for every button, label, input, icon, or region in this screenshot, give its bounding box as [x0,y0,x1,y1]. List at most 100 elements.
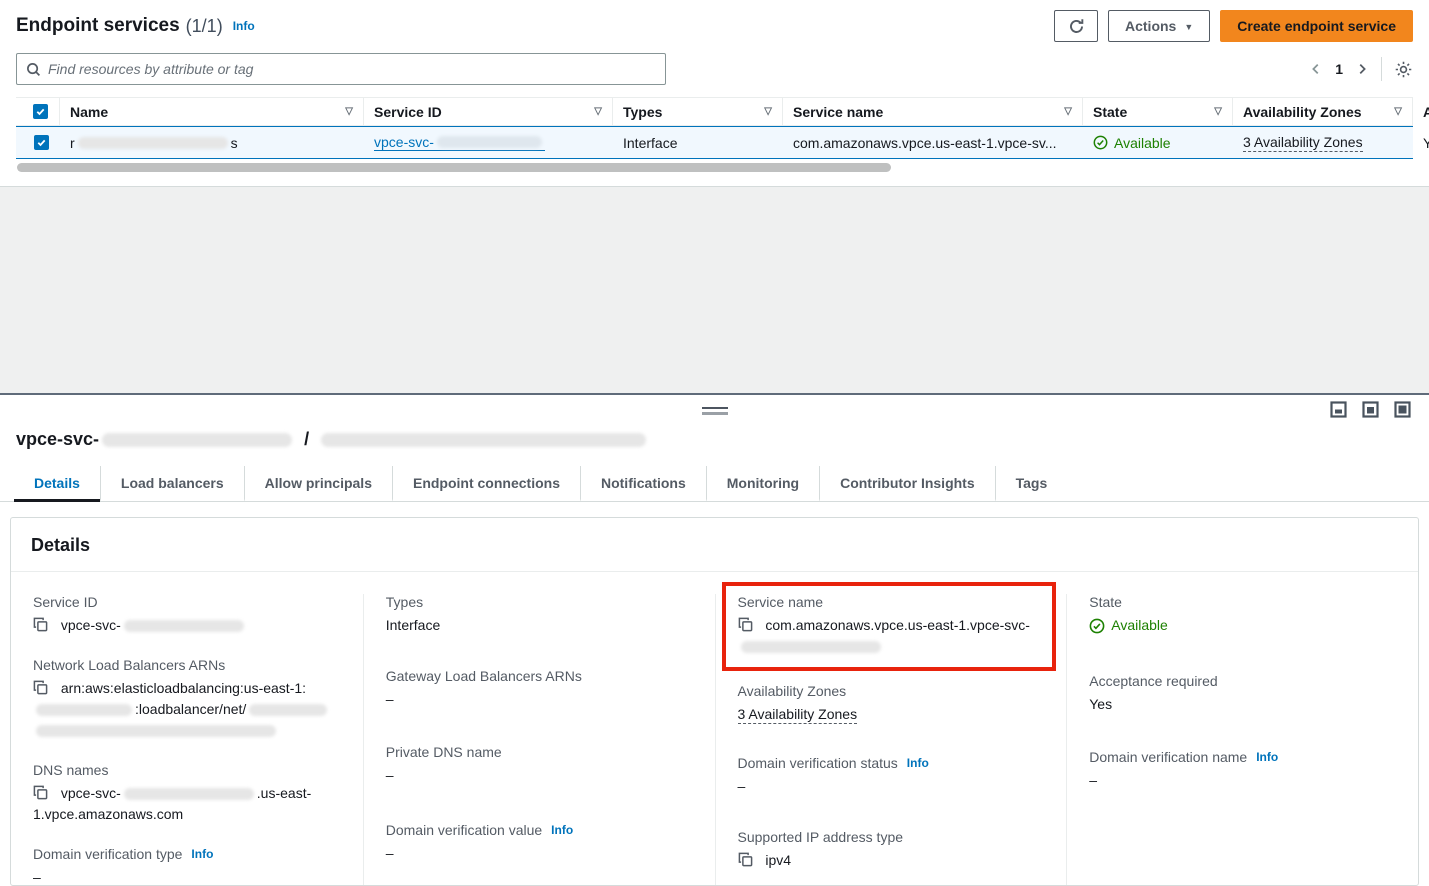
cell-name: r s [60,127,364,158]
details-column-4: State Available Acceptance required Yes [1066,594,1418,886]
redacted-text [124,788,254,800]
redacted-text [36,725,276,737]
create-endpoint-service-button[interactable]: Create endpoint service [1220,10,1413,42]
field-dns-names: DNS names vpce-svc-.us-east-1.vpce.amazo… [33,762,341,825]
column-header-service-id[interactable]: Service ID ▽ [364,98,613,125]
column-header-availability-zones[interactable]: Availability Zones ▽ [1233,98,1413,125]
service-id-link[interactable]: vpce-svc- [374,134,545,151]
actions-button[interactable]: Actions ▼ [1108,10,1210,42]
column-header-service-name[interactable]: Service name ▽ [783,98,1083,125]
cell-clipped: Y [1413,127,1429,158]
copy-icon[interactable] [738,619,757,635]
filter-icon[interactable]: ▽ [594,106,602,117]
panel-tabs: Details Load balancers Allow principals … [0,466,1429,502]
panel-size-small-icon[interactable] [1330,401,1347,418]
panel-size-large-icon[interactable] [1394,401,1411,418]
copy-icon[interactable] [33,682,52,698]
chevron-right-icon[interactable] [1355,62,1369,76]
tab-allow-principals[interactable]: Allow principals [244,466,392,502]
panel-drag-handle-icon[interactable] [702,407,728,415]
tab-notifications[interactable]: Notifications [580,466,706,502]
field-types: Types Interface [386,594,693,636]
column-header-state[interactable]: State ▽ [1083,98,1233,125]
search-icon [26,62,41,77]
field-supported-ip-type: Supported IP address type ipv4 [738,829,1045,871]
row-select-cell [16,127,60,158]
field-availability-zones: Availability Zones 3 Availability Zones [738,683,1045,725]
tab-endpoint-connections[interactable]: Endpoint connections [392,466,580,502]
cell-availability-zones: 3 Availability Zones [1233,127,1413,158]
column-header-types[interactable]: Types ▽ [613,98,783,125]
caret-down-icon: ▼ [1184,22,1193,32]
cell-state: Available [1083,127,1233,158]
service-name-highlight-box: Service name com.amazonaws.vpce.us-east-… [722,582,1057,671]
table-header-row: Name ▽ Service ID ▽ Types ▽ Service name… [16,97,1413,126]
cell-service-id: vpce-svc- [364,127,613,158]
filter-icon[interactable]: ▽ [764,106,772,117]
page-title: Endpoint services [16,15,180,37]
settings-gear-icon[interactable] [1394,60,1413,79]
copy-icon[interactable] [33,787,52,803]
availability-zones-link[interactable]: 3 Availability Zones [1243,134,1363,152]
panel-layout-controls [1330,401,1411,418]
info-link[interactable]: Info [1256,750,1278,764]
copy-icon[interactable] [738,854,757,870]
details-column-1: Service ID vpce-svc- Network Load Balanc… [11,594,363,886]
field-domain-verification-status: Domain verification status Info – [738,755,1045,797]
table-row[interactable]: r s vpce-svc- Interface com.amazonaws.vp… [16,126,1413,159]
search-box[interactable] [16,53,666,85]
filter-icon[interactable]: ▽ [1064,106,1072,117]
endpoint-services-table: Name ▽ Service ID ▽ Types ▽ Service name… [16,97,1413,172]
page-number[interactable]: 1 [1335,61,1343,77]
page-background [0,187,1429,393]
field-acceptance-required: Acceptance required Yes [1089,673,1396,715]
tab-contributor-insights[interactable]: Contributor Insights [819,466,995,502]
panel-size-medium-icon[interactable] [1362,401,1379,418]
field-domain-verification-value: Domain verification value Info – [386,822,693,864]
column-header-clipped[interactable]: A [1413,98,1429,125]
chevron-left-icon[interactable] [1309,62,1323,76]
row-checkbox[interactable] [34,135,49,150]
tab-monitoring[interactable]: Monitoring [706,466,819,502]
cell-service-name: com.amazonaws.vpce.us-east-1.vpce-sv... [783,127,1083,158]
field-nlb-arns: Network Load Balancers ARNs arn:aws:elas… [33,657,341,741]
copy-icon[interactable] [33,619,52,635]
select-all-checkbox[interactable] [33,104,48,119]
tab-tags[interactable]: Tags [995,466,1068,502]
endpoint-services-card: Endpoint services (1/1) Info Actions ▼ C… [0,0,1429,187]
tab-load-balancers[interactable]: Load balancers [100,466,244,502]
info-link[interactable]: Info [191,847,213,861]
panel-title: vpce-svc- / [0,395,1429,450]
horizontal-scrollbar[interactable] [17,163,891,172]
tab-details[interactable]: Details [14,466,100,502]
redacted-text [321,433,646,447]
toolbar: 1 [16,53,1413,85]
info-link[interactable]: Info [551,823,573,837]
refresh-button[interactable] [1054,10,1098,42]
field-domain-verification-name: Domain verification name Info – [1089,749,1396,791]
redacted-text [36,704,132,716]
details-card: Details Service ID vpce-svc- Network Loa… [10,517,1419,886]
filter-icon[interactable]: ▽ [1214,106,1222,117]
field-private-dns-name: Private DNS name – [386,744,693,786]
resource-count: (1/1) [186,16,223,37]
detail-split-panel: vpce-svc- / Details Load balancers Allow… [0,395,1429,886]
redacted-text [124,620,244,632]
filter-icon[interactable]: ▽ [1394,106,1402,117]
redacted-text [249,704,327,716]
details-column-2: Types Interface Gateway Load Balancers A… [363,594,715,886]
field-state: State Available [1089,594,1396,640]
field-glb-arns: Gateway Load Balancers ARNs – [386,668,693,710]
field-service-id: Service ID vpce-svc- [33,594,341,636]
redacted-text [102,433,292,447]
column-header-name[interactable]: Name ▽ [60,98,364,125]
search-input[interactable] [48,61,656,77]
availability-zones-link[interactable]: 3 Availability Zones [738,706,858,724]
filter-icon[interactable]: ▽ [345,106,353,117]
info-link[interactable]: Info [233,19,255,33]
select-all-cell [16,98,60,125]
info-link[interactable]: Info [907,756,929,770]
redacted-text [741,641,881,653]
field-domain-verification-type: Domain verification type Info – [33,846,341,886]
details-card-heading: Details [11,518,1418,572]
